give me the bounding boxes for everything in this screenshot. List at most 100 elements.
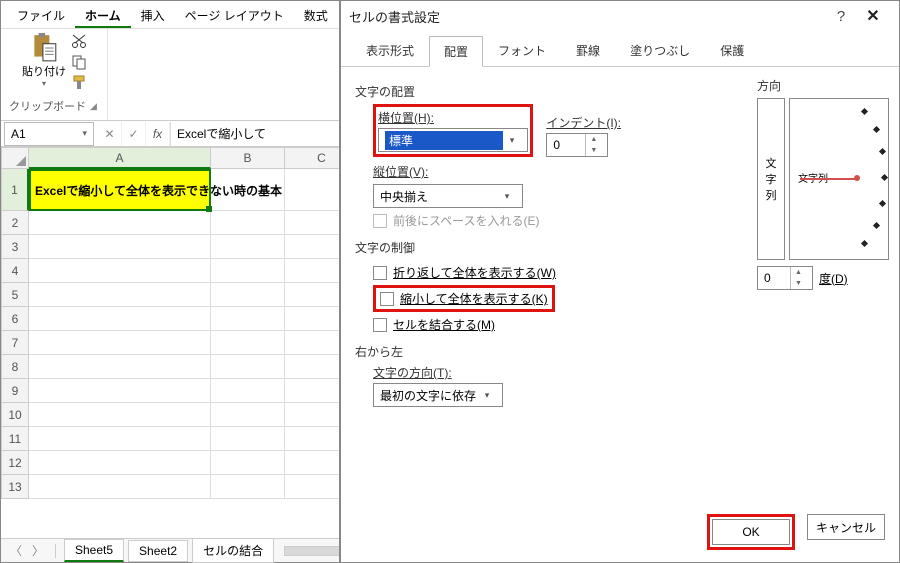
row-header-7[interactable]: 7 (1, 331, 29, 355)
cell-B10[interactable] (211, 403, 285, 427)
row-header-12[interactable]: 12 (1, 451, 29, 475)
row-header-10[interactable]: 10 (1, 403, 29, 427)
row-header-9[interactable]: 9 (1, 379, 29, 403)
cell-A2[interactable] (29, 211, 211, 235)
checkbox-icon (380, 292, 394, 306)
sheet-nav-next[interactable]: 〉 (29, 542, 47, 560)
cell-A5[interactable] (29, 283, 211, 307)
help-button[interactable]: ? (827, 8, 855, 25)
indent-value: 0 (553, 138, 560, 152)
close-button[interactable]: ✕ (855, 6, 891, 26)
orientation-group-label: 方向 (757, 77, 889, 94)
shrink-to-fit-checkbox[interactable]: 縮小して全体を表示する(K) (380, 289, 548, 308)
cell-B11[interactable] (211, 427, 285, 451)
cell-B13[interactable] (211, 475, 285, 499)
tab-fill[interactable]: 塗りつぶし (615, 35, 705, 66)
clipboard-dialog-launcher[interactable]: ◢ (88, 101, 99, 112)
menu-page-layout[interactable]: ページ レイアウト (175, 1, 294, 28)
horizontal-align-value: 標準 (385, 131, 503, 150)
cell-A7[interactable] (29, 331, 211, 355)
cell-A10[interactable] (29, 403, 211, 427)
spinner-up-icon[interactable]: ▲ (791, 267, 806, 278)
row-header-5[interactable]: 5 (1, 283, 29, 307)
cell-B8[interactable] (211, 355, 285, 379)
column-header-A[interactable]: A (29, 147, 211, 169)
justify-distributed-label: 前後にスペースを入れる(E) (393, 212, 540, 229)
cancel-formula-button[interactable]: ✕ (98, 122, 122, 146)
dialog-titlebar: セルの書式設定 ? ✕ (341, 1, 899, 31)
row-header-1[interactable]: 1 (1, 169, 29, 211)
row-header-13[interactable]: 13 (1, 475, 29, 499)
menu-insert[interactable]: 挿入 (131, 1, 175, 28)
row-header-8[interactable]: 8 (1, 355, 29, 379)
copy-icon[interactable] (71, 54, 87, 73)
enter-formula-button[interactable]: ✓ (122, 122, 146, 146)
vertical-text-button[interactable]: 文 字 列 (757, 98, 785, 260)
sheet-nav-prev[interactable]: 〈 (7, 542, 25, 560)
row-header-11[interactable]: 11 (1, 427, 29, 451)
ok-button[interactable]: OK (712, 519, 790, 545)
sheet-tab-3[interactable]: セルの結合 (192, 538, 274, 563)
vertical-text-char: 列 (766, 187, 777, 203)
menu-home[interactable]: ホーム (75, 1, 131, 28)
cell-B5[interactable] (211, 283, 285, 307)
cell-B2[interactable] (211, 211, 285, 235)
format-painter-icon[interactable] (71, 75, 87, 94)
menu-formulas[interactable]: 数式 (294, 1, 338, 28)
cell-B3[interactable] (211, 235, 285, 259)
paste-button[interactable]: 貼り付け ▾ (21, 33, 67, 88)
chevron-down-icon: ▾ (503, 129, 521, 151)
ribbon-group-clipboard: 貼り付け ▾ クリップボード ◢ (1, 29, 108, 120)
checkbox-icon (373, 266, 387, 280)
cell-B7[interactable] (211, 331, 285, 355)
spinner-down-icon[interactable]: ▼ (586, 145, 601, 156)
cell-A3[interactable] (29, 235, 211, 259)
orientation-degree-spinner[interactable]: 0 ▲▼ (757, 266, 813, 290)
paste-label: 貼り付け (22, 63, 66, 79)
merge-cells-checkbox[interactable]: セルを結合する(M) (373, 312, 885, 337)
column-header-B[interactable]: B (211, 147, 285, 169)
cell-A11[interactable] (29, 427, 211, 451)
cell-A1[interactable]: Excelで縮小して全体を表示できない時の基本 (29, 169, 211, 211)
text-direction-select[interactable]: 最初の文字に依存 ▾ (373, 383, 503, 407)
horizontal-align-select[interactable]: 標準 ▾ (378, 128, 528, 152)
fill-handle[interactable] (206, 206, 212, 212)
name-box[interactable]: A1 ▾ (4, 122, 94, 146)
cell-A8[interactable] (29, 355, 211, 379)
indent-spinner[interactable]: 0 ▲▼ (546, 133, 608, 157)
tab-border[interactable]: 罫線 (561, 35, 615, 66)
sheet-tab-2[interactable]: Sheet2 (128, 540, 188, 562)
row-header-2[interactable]: 2 (1, 211, 29, 235)
cell-A9[interactable] (29, 379, 211, 403)
tab-font[interactable]: フォント (483, 35, 561, 66)
cell-A4[interactable] (29, 259, 211, 283)
chevron-down-icon: ▾ (478, 384, 496, 406)
tab-protect[interactable]: 保護 (705, 35, 759, 66)
rtl-group-label: 右から左 (355, 343, 885, 360)
dialog-title: セルの書式設定 (349, 7, 440, 26)
cell-A12[interactable] (29, 451, 211, 475)
tab-number[interactable]: 表示形式 (351, 35, 429, 66)
row-header-4[interactable]: 4 (1, 259, 29, 283)
vertical-text-char: 文 (766, 155, 777, 171)
cell-B6[interactable] (211, 307, 285, 331)
cell-A6[interactable] (29, 307, 211, 331)
cancel-button[interactable]: キャンセル (807, 514, 885, 540)
orientation-dial[interactable]: 文字列 (789, 98, 889, 260)
cell-B9[interactable] (211, 379, 285, 403)
insert-function-button[interactable]: fx (146, 122, 170, 146)
menu-file[interactable]: ファイル (7, 1, 75, 28)
vertical-align-value: 中央揃え (380, 188, 428, 205)
select-all-button[interactable] (1, 147, 29, 169)
spinner-up-icon[interactable]: ▲ (586, 134, 601, 145)
spinner-down-icon[interactable]: ▼ (791, 278, 806, 289)
row-header-3[interactable]: 3 (1, 235, 29, 259)
cut-icon[interactable] (71, 33, 87, 52)
cell-B12[interactable] (211, 451, 285, 475)
sheet-tab-1[interactable]: Sheet5 (64, 539, 124, 562)
cell-B4[interactable] (211, 259, 285, 283)
row-header-6[interactable]: 6 (1, 307, 29, 331)
cell-A13[interactable] (29, 475, 211, 499)
vertical-align-select[interactable]: 中央揃え ▾ (373, 184, 523, 208)
tab-alignment[interactable]: 配置 (429, 36, 483, 67)
